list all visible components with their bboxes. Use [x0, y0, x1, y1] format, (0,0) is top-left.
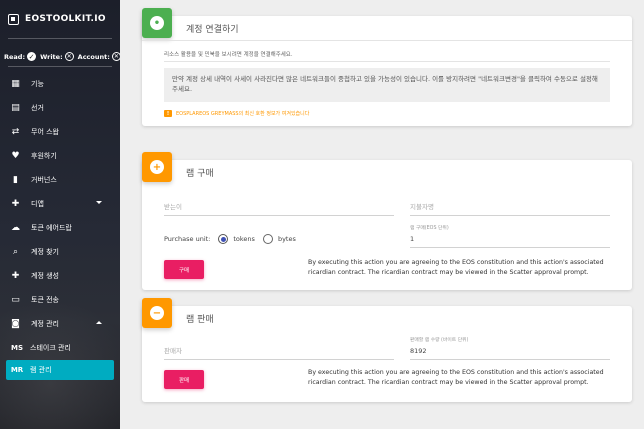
credit-card-icon: ▭: [11, 295, 20, 305]
sidebar-item-label: 램 관리: [30, 366, 52, 374]
dashboard-icon: ▦: [11, 79, 20, 89]
sidebar-item-governance[interactable]: ▮ 거버넌스: [0, 168, 120, 192]
sidebar-item-label: 후원하기: [31, 152, 57, 160]
sidebar-item-label: 토큰 에어드랍: [31, 224, 72, 232]
sidebar-nav: ▦ 기능 ▤ 선거 ⇄ 무어 스왑 ♥ 후원하기 ▮ 거버넌스 ✚ 디앱 ☁ 토…: [0, 72, 120, 380]
person-icon: •: [150, 16, 164, 30]
subnav-abbr: MR: [10, 366, 24, 374]
sidebar-item-manage-ram[interactable]: MR 램 관리: [6, 360, 114, 380]
connect-card-title: 계정 연결하기: [186, 25, 239, 35]
sell-button[interactable]: 판매: [164, 370, 204, 389]
sidebar-item-find-account[interactable]: ⌕ 계정 찾기: [0, 240, 120, 264]
account-label: Account:: [77, 52, 110, 61]
sidebar-divider: [8, 66, 112, 67]
sell-amount-input[interactable]: 판매할 램 수량 (바이트 단위) 8192: [410, 338, 610, 360]
sidebar-item-manage-stake[interactable]: MS 스테이크 관리: [0, 336, 120, 360]
add-person-icon: ✚: [11, 271, 20, 281]
connection-status: Read: ✓ Write: ✕ Account: ✕: [4, 52, 120, 61]
connect-subtitle: 리소스 활용을 및 민북을 보시려면 계정을 연결해주세요.: [164, 52, 293, 58]
warning-text: EOSPLAREOS GREYMASS의 최신 호환 정보가 여겨있습니다: [176, 111, 310, 117]
card-divider: [164, 61, 610, 62]
check-icon: ✓: [27, 52, 37, 61]
brand-text: EOSTOOLKIT.IO: [25, 14, 106, 24]
card-divider: [142, 40, 632, 41]
brand[interactable]: EOSTOOLKIT.IO: [0, 0, 120, 38]
sidebar-item-swap[interactable]: ⇄ 무어 스왑: [0, 120, 120, 144]
read-label: Read:: [4, 52, 26, 61]
sidebar-item-dapps[interactable]: ✚ 디앱: [0, 192, 120, 216]
buy-icon-badge: +: [142, 152, 172, 182]
receiver-placeholder: 받는이: [164, 203, 182, 211]
sidebar-item-election[interactable]: ▤ 선거: [0, 96, 120, 120]
tokens-radio[interactable]: [218, 234, 229, 244]
buy-amount-value: 1: [410, 235, 415, 243]
sidebar-item-transfer[interactable]: ▭ 토큰 전송: [0, 288, 120, 312]
bytes-radio[interactable]: [262, 234, 273, 244]
sell-ram-card: − 램 판매 판매자 판매할 램 수량 (바이트 단위) 8192 판매 By …: [142, 298, 632, 402]
puzzle-icon: ✚: [11, 199, 20, 209]
seller-placeholder: 판매자: [164, 347, 182, 355]
buy-amount-input[interactable]: 램 구매(EOS 단위) 1: [410, 226, 610, 248]
governance-icon: ▮: [13, 175, 18, 185]
payer-placeholder: 지불자명: [410, 203, 434, 211]
heart-icon: ♥: [11, 151, 20, 161]
sidebar-item-label: 계정 찾기: [31, 248, 59, 256]
chevron-down-icon: [96, 201, 102, 204]
sidebar-item-label: 선거: [31, 104, 44, 112]
buy-ram-card: + 램 구매 받는이 지불자명 Purchase unit: tokens by…: [142, 152, 632, 290]
sidebar-divider: [8, 38, 112, 39]
buy-amount-label: 램 구매(EOS 단위): [410, 226, 449, 231]
close-icon: ✕: [64, 52, 74, 61]
vote-icon: ▤: [11, 103, 20, 113]
payer-input[interactable]: 지불자명: [410, 200, 610, 216]
sell-legal-text: By executing this action you are agreein…: [308, 369, 604, 386]
sidebar-item-airdrop[interactable]: ☁ 토큰 에어드랍: [0, 216, 120, 240]
cloud-download-icon: ☁: [11, 223, 20, 233]
network-notice: 만약 계정 상세 내역이 사세이 사라진다면 많은 네트워크들이 중첩하고 있을…: [164, 68, 610, 102]
sidebar: EOSTOOLKIT.IO Read: ✓ Write: ✕ Account: …: [0, 0, 120, 429]
connect-icon-badge: •: [142, 8, 172, 38]
sidebar-item-label: 계정 관리: [31, 320, 59, 328]
swap-icon: ⇄: [11, 127, 20, 137]
purchase-unit-group: Purchase unit: tokens bytes: [164, 234, 296, 244]
sidebar-item-donate[interactable]: ♥ 후원하기: [0, 144, 120, 168]
remove-circle-icon: −: [150, 306, 164, 320]
add-circle-icon: +: [150, 160, 164, 174]
logo-icon: [8, 13, 19, 25]
bytes-label: bytes: [277, 235, 296, 243]
buy-legal-text: By executing this action you are agreein…: [308, 259, 604, 276]
receiver-input[interactable]: 받는이: [164, 200, 394, 216]
buy-button[interactable]: 구매: [164, 260, 204, 279]
sell-card-title: 램 판매: [186, 315, 214, 325]
sidebar-item-label: 스테이크 관리: [30, 344, 71, 352]
sell-icon-badge: −: [142, 298, 172, 328]
warning-icon: !: [164, 110, 172, 117]
write-label: Write:: [40, 52, 63, 61]
buy-card-title: 램 구매: [186, 169, 214, 179]
sidebar-item-label: 거버넌스: [31, 176, 57, 184]
sell-amount-label: 판매할 램 수량 (바이트 단위): [410, 338, 469, 343]
sidebar-item-label: 토큰 전송: [31, 296, 59, 304]
subnav-abbr: MS: [10, 344, 23, 352]
sidebar-item-manage-account[interactable]: ◙ 계정 관리: [0, 312, 120, 336]
compat-warning: ! EOSPLAREOS GREYMASS의 최신 호환 정보가 여겨있습니다: [164, 110, 309, 117]
account-box-icon: ◙: [11, 319, 20, 329]
main-content: • 계정 연결하기 리소스 활용을 및 민북을 보시려면 계정을 연결해주세요.…: [120, 0, 644, 429]
sell-amount-value: 8192: [410, 347, 427, 355]
sidebar-item-label: 디앱: [31, 200, 44, 208]
purchase-unit-label: Purchase unit:: [164, 235, 211, 243]
chevron-up-icon: [96, 321, 102, 324]
close-icon: ✕: [111, 52, 120, 61]
sidebar-item-label: 무어 스왑: [31, 128, 59, 136]
search-icon: ⌕: [12, 247, 19, 257]
connect-account-card: • 계정 연결하기 리소스 활용을 및 민북을 보시려면 계정을 연결해주세요.…: [142, 8, 632, 126]
sidebar-item-label: 기능: [31, 80, 44, 88]
tokens-label: tokens: [233, 235, 255, 243]
sidebar-item-label: 계정 생성: [31, 272, 59, 280]
seller-input[interactable]: 판매자: [164, 344, 394, 360]
sidebar-item-features[interactable]: ▦ 기능: [0, 72, 120, 96]
sidebar-item-create-account[interactable]: ✚ 계정 생성: [0, 264, 120, 288]
